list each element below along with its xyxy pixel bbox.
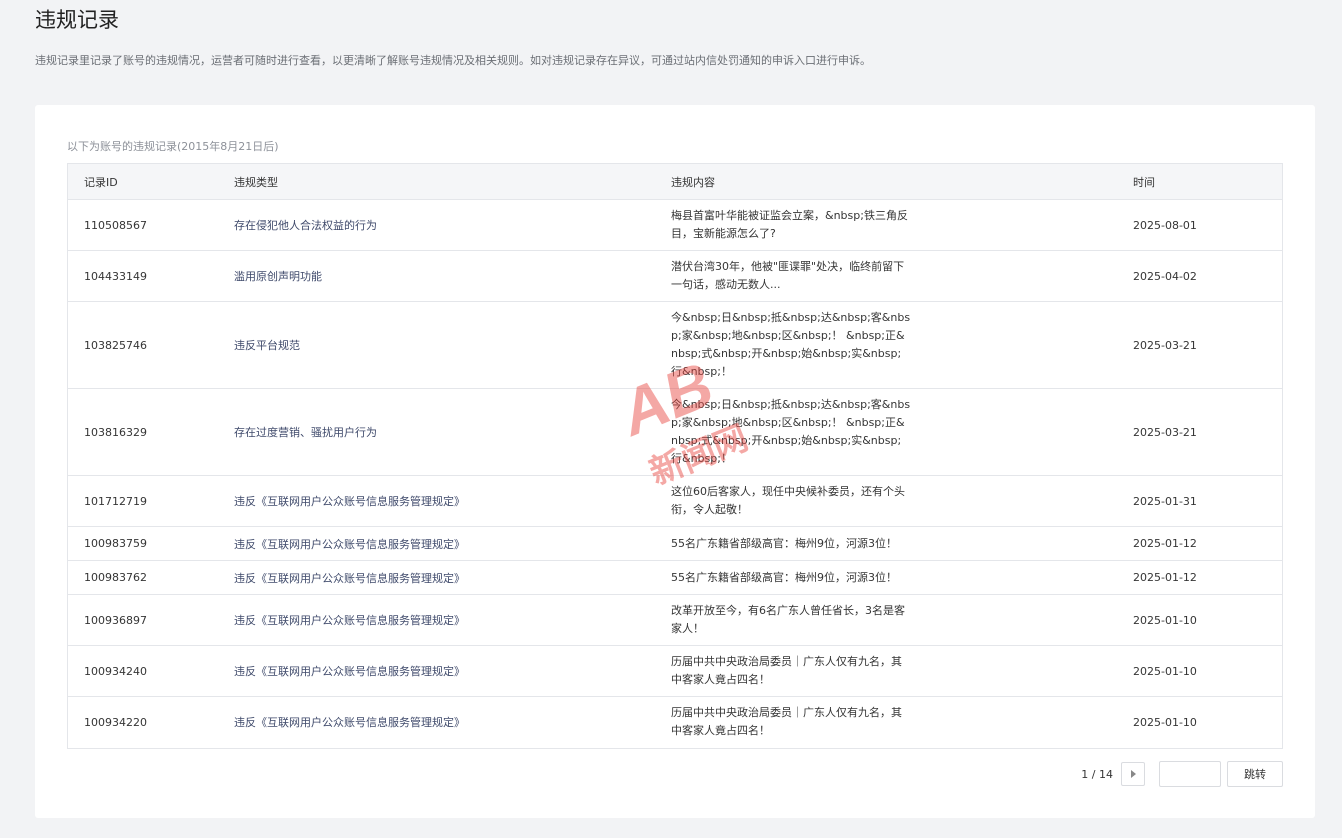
violation-content-text: 今&nbsp;日&nbsp;抵&nbsp;达&nbsp;客&nbsp;家&nbs… — [671, 311, 911, 378]
record-id-cell: 100983762 — [68, 560, 233, 595]
violation-type-cell: 违反《互联网用户公众账号信息服务管理规定》 — [233, 594, 670, 646]
violation-type-cell: 存在过度营销、骚扰用户行为 — [233, 388, 670, 476]
violation-content-text: 今&nbsp;日&nbsp;抵&nbsp;达&nbsp;客&nbsp;家&nbs… — [671, 398, 911, 465]
jump-button[interactable]: 跳转 — [1227, 761, 1283, 787]
table-row: 104433149 滥用原创声明功能 潜伏台湾30年，他被"匪谍罪"处决，临终前… — [68, 250, 1282, 302]
violation-content-cell: 55名广东籍省部级高官：梅州9位，河源3位！ — [670, 560, 1132, 595]
violation-content-text: 潜伏台湾30年，他被"匪谍罪"处决，临终前留下一句话，感动无数人... — [671, 260, 905, 291]
record-id-cell: 110508567 — [68, 199, 233, 251]
violation-content-text: 历届中共中央政治局委员｜广东人仅有九名，其中客家人竟占四名！ — [671, 655, 902, 686]
violation-table: 记录ID 违规类型 违规内容 时间 110508567 存在侵犯他人合法权益的行… — [68, 164, 1282, 748]
violation-type-cell: 违反平台规范 — [233, 301, 670, 389]
table-row: 100983762 违反《互联网用户公众账号信息服务管理规定》 55名广东籍省部… — [68, 560, 1282, 595]
time-cell: 2025-01-10 — [1132, 594, 1282, 646]
violation-type-cell: 滥用原创声明功能 — [233, 250, 670, 302]
time-cell: 2025-01-10 — [1132, 645, 1282, 697]
violation-content-cell: 改革开放至今，有6名广东人曾任省长，3名是客家人！ — [670, 594, 1132, 646]
header-time: 时间 — [1132, 164, 1282, 200]
pagination: 1 / 14 跳转 — [1081, 761, 1283, 787]
time-cell: 2025-04-02 — [1132, 250, 1282, 302]
record-id-cell: 100983759 — [68, 526, 233, 561]
violation-content-cell: 55名广东籍省部级高官：梅州9位，河源3位！ — [670, 526, 1132, 561]
time-cell: 2025-03-21 — [1132, 301, 1282, 389]
header-violation-content: 违规内容 — [670, 164, 1132, 200]
time-cell: 2025-01-10 — [1133, 715, 1197, 729]
page-title: 违规记录 — [35, 8, 119, 32]
violation-content-cell: 这位60后客家人，现任中央候补委员，还有个头衔，令人起敬！ — [670, 475, 1132, 527]
record-id-cell: 100934220 — [84, 715, 147, 729]
table-row: 103816329 存在过度营销、骚扰用户行为 今&nbsp;日&nbsp;抵&… — [68, 388, 1282, 476]
page-indicator: 1 / 14 — [1081, 767, 1113, 781]
violation-content-cell: 梅县首富叶华能被证监会立案，&nbsp;铁三角反目，宝新能源怎么了? — [670, 199, 1132, 251]
violation-content-text: 改革开放至今，有6名广东人曾任省长，3名是客家人！ — [671, 604, 905, 635]
violation-content-cell: 今&nbsp;日&nbsp;抵&nbsp;达&nbsp;客&nbsp;家&nbs… — [670, 388, 1132, 476]
violation-content-cell: 历届中共中央政治局委员｜广东人仅有九名，其中客家人竟占四名！ — [670, 697, 1132, 748]
violation-type-cell: 违反《互联网用户公众账号信息服务管理规定》 — [234, 716, 465, 730]
caret-right-icon — [1130, 770, 1136, 778]
next-page-button[interactable] — [1121, 762, 1145, 786]
table-row: 101712719 违反《互联网用户公众账号信息服务管理规定》 这位60后客家人… — [68, 475, 1282, 527]
table-row: 100936897 违反《互联网用户公众账号信息服务管理规定》 改革开放至今，有… — [68, 594, 1282, 646]
violation-type-cell: 存在侵犯他人合法权益的行为 — [233, 199, 670, 251]
violation-content-text: 历届中共中央政治局委员｜广东人仅有九名，其中客家人竟占四名！ — [671, 706, 902, 738]
time-cell: 2025-01-31 — [1132, 475, 1282, 527]
header-violation-type: 违规类型 — [233, 164, 670, 200]
page-jump-input[interactable] — [1159, 761, 1221, 787]
time-cell: 2025-01-12 — [1132, 560, 1282, 595]
violation-type-cell: 违反《互联网用户公众账号信息服务管理规定》 — [233, 526, 670, 561]
time-cell: 2025-08-01 — [1132, 199, 1282, 251]
violation-type-cell: 违反《互联网用户公众账号信息服务管理规定》 — [233, 560, 670, 595]
violation-content-cell: 今&nbsp;日&nbsp;抵&nbsp;达&nbsp;客&nbsp;家&nbs… — [670, 301, 1132, 389]
violation-type-cell: 违反《互联网用户公众账号信息服务管理规定》 — [233, 645, 670, 697]
table-header-row: 记录ID 违规类型 违规内容 时间 — [68, 164, 1282, 200]
header-record-id: 记录ID — [68, 164, 233, 200]
record-id-cell: 100936897 — [68, 594, 233, 646]
table-row: 103825746 违反平台规范 今&nbsp;日&nbsp;抵&nbsp;达&… — [68, 301, 1282, 389]
table-row: 100934240 违反《互联网用户公众账号信息服务管理规定》 历届中共中央政治… — [68, 645, 1282, 697]
record-id-cell: 103825746 — [68, 301, 233, 389]
record-id-cell: 101712719 — [68, 475, 233, 527]
record-id-cell: 100934240 — [68, 645, 233, 697]
violation-content-text: 这位60后客家人，现任中央候补委员，还有个头衔，令人起敬！ — [671, 485, 905, 516]
violation-table-container: 记录ID 违规类型 违规内容 时间 110508567 存在侵犯他人合法权益的行… — [67, 163, 1283, 749]
violation-content-cell: 历届中共中央政治局委员｜广东人仅有九名，其中客家人竟占四名！ — [670, 645, 1132, 697]
record-id-cell: 103816329 — [68, 388, 233, 476]
table-row: 110508567 存在侵犯他人合法权益的行为 梅县首富叶华能被证监会立案，&n… — [68, 199, 1282, 251]
violation-records-card: 以下为账号的违规记录(2015年8月21日后) 记录ID 违规类型 违规内容 时… — [35, 105, 1315, 818]
page-description: 违规记录里记录了账号的违规情况，运营者可随时进行查看，以更清晰了解账号违规情况及… — [35, 54, 871, 67]
violation-content-text: 55名广东籍省部级高官：梅州9位，河源3位！ — [671, 536, 897, 550]
table-caption: 以下为账号的违规记录(2015年8月21日后) — [67, 140, 279, 153]
violation-content-cell: 潜伏台湾30年，他被"匪谍罪"处决，临终前留下一句话，感动无数人... — [670, 250, 1132, 302]
table-row: 100983759 违反《互联网用户公众账号信息服务管理规定》 55名广东籍省部… — [68, 526, 1282, 561]
time-cell: 2025-01-12 — [1132, 526, 1282, 561]
record-id-cell: 104433149 — [68, 250, 233, 302]
violation-content-text: 梅县首富叶华能被证监会立案，&nbsp;铁三角反目，宝新能源怎么了? — [671, 209, 908, 240]
table-row: 100934220 违反《互联网用户公众账号信息服务管理规定》 历届中共中央政治… — [68, 697, 1282, 748]
time-cell: 2025-03-21 — [1132, 388, 1282, 476]
violation-content-text: 55名广东籍省部级高官：梅州9位，河源3位！ — [671, 570, 897, 584]
violation-type-cell: 违反《互联网用户公众账号信息服务管理规定》 — [233, 475, 670, 527]
